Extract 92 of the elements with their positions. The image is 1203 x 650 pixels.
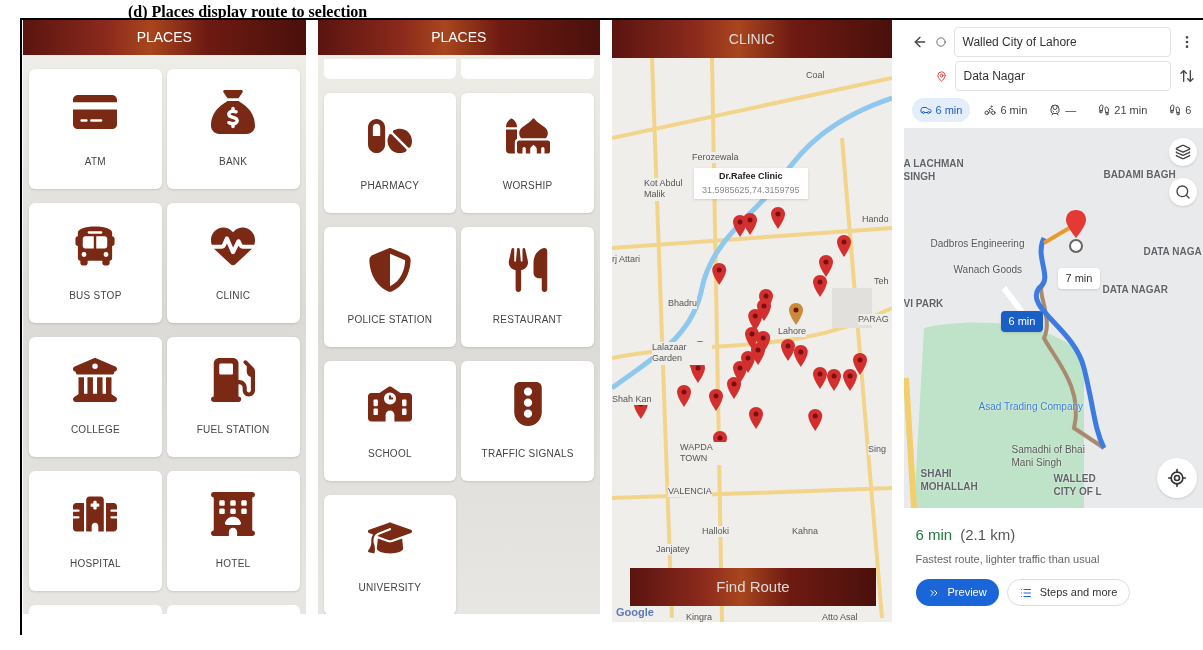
place-card[interactable]: FUEL STATION — [166, 337, 300, 457]
map-label: Wanach Goods — [953, 264, 1023, 277]
travel-mode-tab[interactable]: 6 min — [911, 98, 971, 122]
find-route-button[interactable]: Find Route — [630, 568, 876, 606]
map-label: DATA NAGA — [1143, 246, 1202, 259]
map-label: Kingra — [686, 612, 712, 622]
travel-mode-tab[interactable]: 21 min — [1090, 98, 1156, 122]
layers-icon — [1175, 144, 1191, 160]
place-label: PHARMACY — [360, 178, 420, 193]
screen-title: PLACES — [136, 28, 192, 47]
preview-button[interactable]: Preview — [915, 579, 999, 606]
travel-mode-tab[interactable]: 6 — [1161, 98, 1200, 122]
route-time-callout: 7 min — [1057, 268, 1101, 289]
origin-field[interactable]: Walled City of Lahore — [953, 26, 1171, 57]
map-label: Shah Kan — [612, 394, 652, 406]
search-button[interactable] — [1169, 178, 1197, 206]
route-time-callout: 6 min — [1000, 311, 1044, 332]
shield-icon — [367, 247, 412, 292]
layers-button[interactable] — [1169, 138, 1197, 166]
popup-title: Dr.Rafee Clinic — [719, 170, 783, 183]
place-label: FUEL STATION — [196, 422, 270, 437]
map-label: Janjatey — [656, 544, 690, 556]
map-label: A LACHMAN SINGH — [903, 158, 965, 183]
place-label: RESTAURANT — [492, 312, 563, 327]
route-duration: 6 min — [915, 525, 953, 545]
place-card[interactable]: HOTEL — [166, 471, 300, 591]
route-note: Fastest route, lighter traffic than usual — [915, 551, 1101, 567]
map-label: WALLED CITY OF L — [1053, 473, 1103, 498]
map-label: rj Attari — [612, 254, 640, 266]
place-card[interactable]: WORSHIP — [461, 93, 594, 213]
map-label: Lalazaar Garden — [652, 342, 712, 365]
map-label: Sing — [868, 444, 886, 456]
map-label: Atto Asal — [822, 612, 858, 622]
walking-icon — [1098, 104, 1111, 116]
place-card[interactable]: RESTAURANT — [461, 227, 594, 347]
map-label: Halloki — [702, 526, 729, 538]
map-label: PARAG — [858, 314, 889, 326]
place-card[interactable]: UNIVERSITY — [323, 495, 457, 614]
place-label: BANK — [219, 154, 248, 169]
route-distance: (2.1 km) — [960, 525, 1016, 545]
map-label: SHAHI MOHALLAH — [920, 468, 979, 493]
place-label: COLLEGE — [70, 422, 120, 437]
place-label: POLICE STATION — [347, 312, 433, 327]
map-label: BADAMI BAGH — [1103, 169, 1176, 182]
map-label: Lahore — [778, 326, 807, 338]
place-card[interactable]: SCHOOL — [323, 361, 457, 481]
swap-icon[interactable] — [1179, 68, 1195, 84]
map-label: Ferozewala — [692, 152, 739, 164]
train-icon — [1049, 104, 1062, 116]
place-card[interactable]: PHARMACY — [323, 93, 457, 213]
fuel-pump-icon — [211, 357, 256, 402]
bus-icon — [73, 223, 118, 268]
car-icon — [919, 104, 932, 116]
screen-title: PLACES — [431, 28, 487, 47]
place-label: HOSPITAL — [70, 556, 121, 571]
place-label: ATM — [84, 154, 106, 169]
map-label: VALENCIA — [668, 486, 712, 498]
place-label: BUS STOP — [69, 288, 122, 303]
map-label: Samadhi of Bhai Mani Singh — [1011, 444, 1086, 469]
place-card[interactable]: TRAFFIC SIGNALS — [461, 361, 594, 481]
place-card[interactable]: BUS STOP — [29, 203, 162, 323]
place-label: UNIVERSITY — [358, 580, 422, 595]
popup-coordinates: 31.5985625,74.3159795 — [702, 183, 800, 197]
list-icon — [1019, 586, 1032, 599]
place-label: WORSHIP — [502, 178, 553, 193]
origin-circle-icon — [935, 36, 946, 47]
map-label: DATA NAGAR — [1102, 284, 1168, 297]
place-label: SCHOOL — [368, 446, 412, 461]
place-card[interactable]: POLICE STATION — [323, 227, 457, 347]
travel-mode-tab[interactable]: 6 min — [976, 98, 1036, 122]
hotel-icon — [211, 491, 256, 536]
screen-title: CLINIC — [728, 29, 775, 49]
map-label: VI PARK — [903, 298, 944, 311]
locate-icon — [1167, 468, 1187, 488]
travel-mode-tab[interactable]: — — [1041, 98, 1085, 122]
money-bag-icon — [211, 89, 256, 134]
place-card[interactable]: BANK — [166, 69, 300, 189]
destination-pin-icon — [935, 70, 947, 82]
place-card[interactable]: HOSPITAL — [29, 471, 162, 591]
place-label: CLINIC — [215, 288, 251, 303]
place-label: HOTEL — [215, 556, 251, 571]
google-logo: Google — [616, 607, 654, 618]
map-label: Dadbros Engineering — [930, 238, 1025, 251]
place-label: TRAFFIC SIGNALS — [481, 446, 574, 461]
place-card[interactable]: CLINIC — [166, 203, 300, 323]
destination-field[interactable]: Data Nagar — [954, 61, 1171, 91]
search-icon — [1175, 184, 1191, 200]
place-card[interactable]: COLLEGE — [29, 337, 162, 457]
place-card[interactable]: ATM — [29, 69, 162, 189]
college-building-icon — [73, 357, 118, 402]
map-label: Bhadru — [668, 298, 698, 310]
locate-button[interactable] — [1157, 458, 1197, 498]
